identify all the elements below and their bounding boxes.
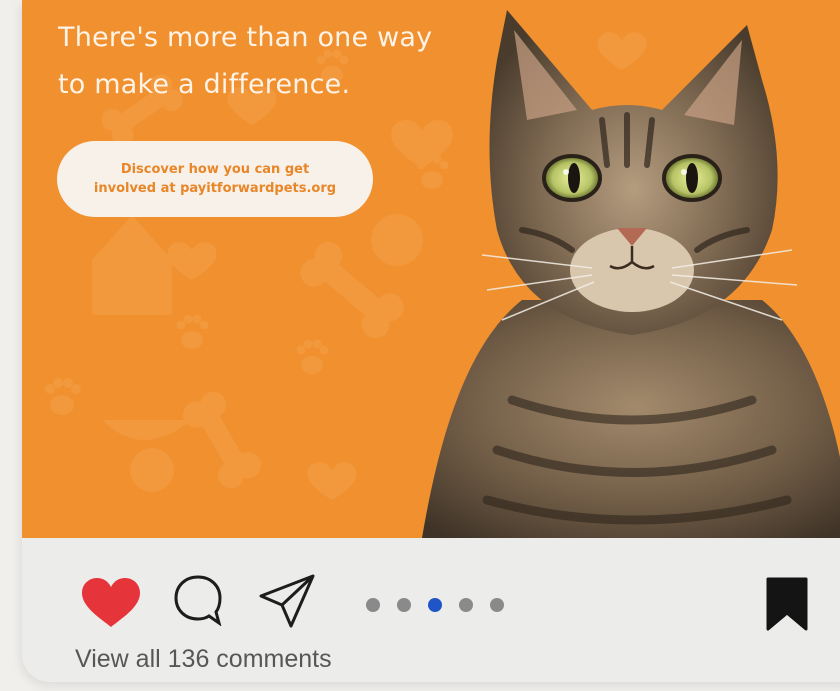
- carousel-indicator: [366, 598, 504, 614]
- speech-bubble-icon[interactable]: [173, 574, 223, 626]
- carousel-dot[interactable]: [366, 598, 380, 612]
- carousel-dot[interactable]: [397, 598, 411, 612]
- heart-filled-icon[interactable]: [80, 577, 142, 629]
- bookmark-filled-icon[interactable]: [764, 576, 810, 632]
- carousel-dot[interactable]: [459, 598, 473, 612]
- carousel-dot[interactable]: [490, 598, 504, 612]
- paper-plane-icon[interactable]: [258, 572, 316, 630]
- post-card: There's more than one way to make a diff…: [22, 0, 840, 682]
- cat-photo: [422, 10, 840, 538]
- view-comments-link[interactable]: View all 136 comments: [75, 644, 332, 674]
- post-action-bar: View all 136 comments: [22, 538, 840, 682]
- post-image[interactable]: There's more than one way to make a diff…: [22, 0, 840, 538]
- carousel-dot-active[interactable]: [428, 598, 442, 612]
- instagram-post: There's more than one way to make a diff…: [0, 0, 840, 691]
- cta-badge: Discover how you can get involved at pay…: [57, 141, 373, 217]
